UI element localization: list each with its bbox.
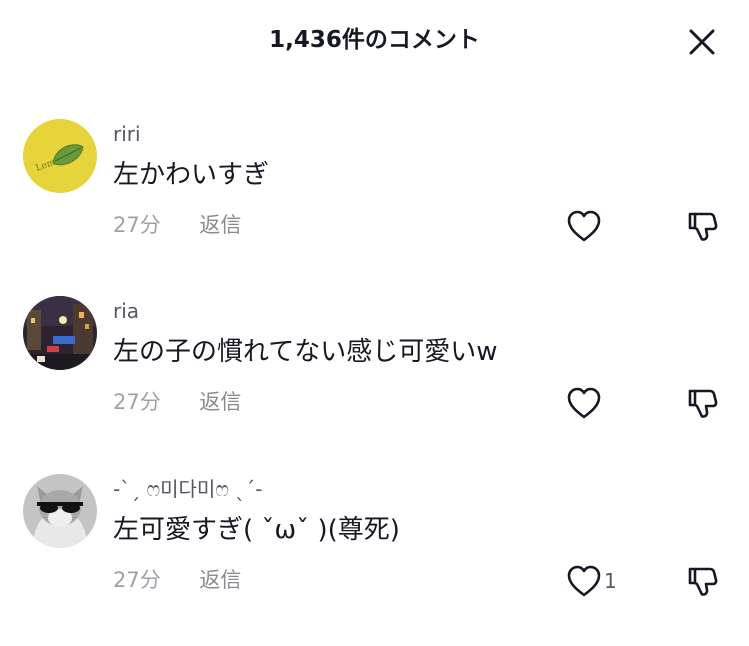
like-button[interactable]: [566, 386, 604, 420]
reply-button[interactable]: 返信: [199, 388, 241, 416]
comment-username[interactable]: riri: [113, 121, 141, 147]
avatar[interactable]: Lemon: [23, 119, 97, 193]
heart-outline-icon: [567, 210, 601, 242]
thumbs-down-outline-icon: [688, 389, 718, 418]
comment-text: 左かわいすぎ: [113, 160, 270, 190]
dislike-button[interactable]: [684, 209, 720, 243]
comment-username[interactable]: -ˋˏ ෆ미다미ෆ ˎˊ-: [113, 476, 262, 502]
comment-username[interactable]: ria: [113, 298, 139, 324]
heart-outline-icon: [567, 565, 601, 597]
like-count: 1: [604, 569, 617, 593]
dislike-button[interactable]: [684, 564, 720, 598]
thumbs-down-outline-icon: [688, 212, 718, 241]
comment-item: ria 左の子の慣れてない感じ可愛いw 27分 返信: [0, 296, 749, 466]
thumbs-down-outline-icon: [688, 567, 718, 596]
heart-outline-icon: [567, 387, 601, 419]
reply-button[interactable]: 返信: [199, 211, 241, 239]
comment-item: -ˋˏ ෆ미다미ෆ ˎˊ- 左可愛すぎ( ˇωˇ )(尊死) 27分 返信 1: [0, 474, 749, 644]
dislike-button[interactable]: [684, 386, 720, 420]
comment-meta: 27分 返信: [113, 211, 241, 239]
comments-header: 1,436件のコメント: [0, 0, 749, 82]
comment-text: 左の子の慣れてない感じ可愛いw: [113, 337, 498, 367]
comment-time: 27分: [113, 213, 161, 237]
close-button[interactable]: [684, 24, 720, 60]
like-button[interactable]: 1: [566, 564, 617, 598]
comment-meta: 27分 返信: [113, 566, 241, 594]
avatar[interactable]: [23, 474, 97, 548]
avatar[interactable]: [23, 296, 97, 370]
comment-text: 左可愛すぎ( ˇωˇ )(尊死): [113, 515, 400, 545]
comment-time: 27分: [113, 390, 161, 414]
comment-count-title: 1,436件のコメント: [269, 27, 480, 53]
comment-item: Lemon riri 左かわいすぎ 27分 返信: [0, 119, 749, 289]
close-icon: [689, 29, 715, 55]
reply-button[interactable]: 返信: [199, 566, 241, 594]
comment-time: 27分: [113, 568, 161, 592]
like-button[interactable]: [566, 209, 604, 243]
comment-meta: 27分 返信: [113, 388, 241, 416]
